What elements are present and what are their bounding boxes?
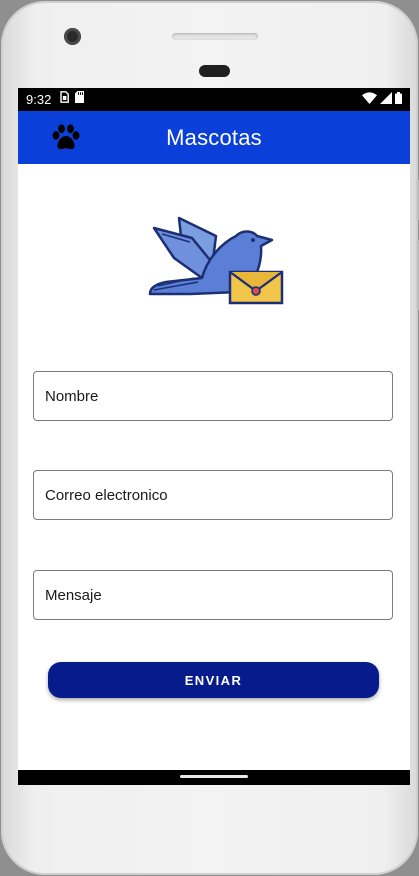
signal-icon: [380, 92, 392, 104]
app-bar: Mascotas: [18, 111, 410, 164]
navigation-bar: [18, 770, 410, 785]
earpiece-speaker: [172, 33, 258, 40]
proximity-sensor: [199, 65, 230, 77]
dove-with-envelope-icon: [148, 216, 284, 305]
home-gesture-handle[interactable]: [180, 775, 248, 778]
status-left-icons: [60, 91, 84, 103]
sd-card-icon: [75, 91, 84, 103]
name-field[interactable]: [33, 371, 393, 421]
sim-card-icon: [60, 91, 69, 103]
phone-frame: 9:32 Mascotas Nombre Correo electronico …: [0, 0, 419, 876]
message-field[interactable]: [33, 570, 393, 620]
front-camera: [64, 28, 81, 45]
status-time: 9:32: [26, 92, 52, 107]
status-right-icons: [362, 92, 402, 104]
name-input[interactable]: [34, 372, 392, 420]
email-field[interactable]: [33, 470, 393, 520]
battery-icon: [395, 92, 402, 104]
app-title: Mascotas: [166, 125, 262, 150]
app-screen: 9:32 Mascotas Nombre Correo electronico …: [18, 88, 410, 785]
message-input[interactable]: [34, 571, 392, 619]
wifi-icon: [362, 92, 377, 104]
send-button[interactable]: ENVIAR: [48, 662, 379, 698]
status-bar: 9:32: [18, 88, 410, 111]
email-input[interactable]: [34, 471, 392, 519]
